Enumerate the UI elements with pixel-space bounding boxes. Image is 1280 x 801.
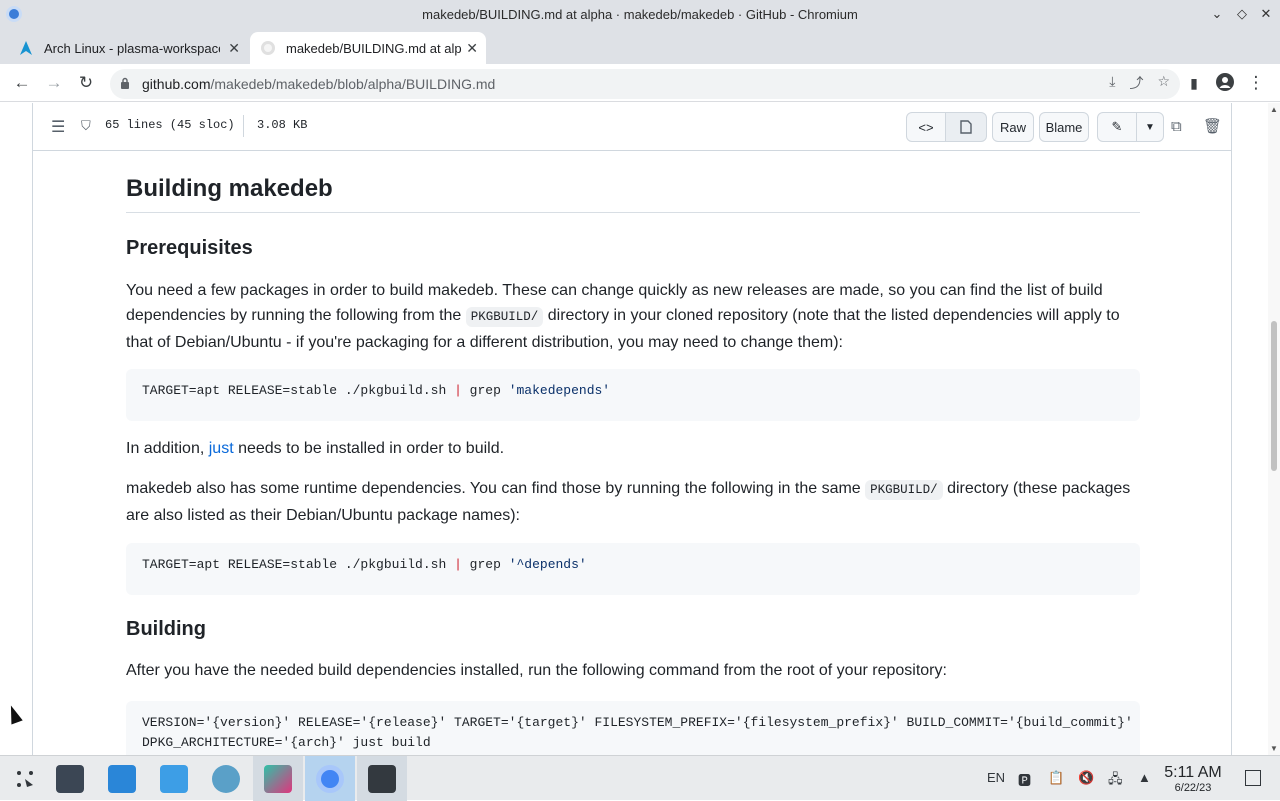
close-window-button[interactable]: ✕: [1258, 6, 1274, 22]
show-desktop-icon[interactable]: [1245, 770, 1261, 786]
scrollbar-thumb[interactable]: [1271, 321, 1277, 471]
tab-close-icon[interactable]: ✕: [466, 40, 478, 57]
file-icon: [960, 120, 972, 134]
window-titlebar: makedeb/BUILDING.md at alpha · makedeb/m…: [0, 0, 1280, 28]
tab-close-icon[interactable]: ✕: [228, 40, 240, 57]
code-icon: <>: [918, 119, 934, 135]
edit-dropdown-button[interactable]: ▼: [1136, 112, 1164, 142]
heading-building: Building: [126, 618, 206, 640]
address-bar[interactable]: github.com /makedeb/makedeb/blob/alpha/B…: [110, 69, 1180, 99]
web-browser-icon[interactable]: [201, 756, 251, 801]
page-viewport: ☰ ⛉ 65 lines (45 sloc) 3.08 KB <> Raw Bl…: [0, 103, 1268, 755]
arch-linux-icon: [18, 40, 34, 56]
paragraph-prerequisites: You need a few packages in order to buil…: [126, 282, 1120, 351]
profile-avatar-icon[interactable]: [1214, 72, 1236, 94]
tab-arch-linux[interactable]: Arch Linux - plasma-workspace ✕: [8, 32, 248, 64]
clock-time: 5:11 AM: [1164, 764, 1222, 781]
file-size: 3.08 KB: [257, 118, 308, 132]
discover-store-icon[interactable]: [97, 756, 147, 801]
share-icon[interactable]: ⤴: [1129, 73, 1143, 93]
inline-code: PKGBUILD/: [465, 307, 544, 327]
scroll-up-arrow-icon[interactable]: ▲: [1270, 105, 1278, 114]
trash-icon[interactable]: 🗑: [1203, 117, 1222, 135]
clipboard-p-icon[interactable]: 🅿: [1018, 770, 1031, 789]
code-block-build: VERSION='{version}' RELEASE='{release}' …: [126, 701, 1140, 755]
paragraph-build-command: After you have the needed build dependen…: [126, 662, 947, 679]
just-link[interactable]: just: [209, 440, 234, 457]
maximize-button[interactable]: ◇: [1234, 6, 1250, 22]
kate-editor-icon[interactable]: [253, 756, 303, 801]
back-button[interactable]: ←: [11, 72, 33, 94]
edit-button[interactable]: ✎: [1097, 112, 1137, 142]
minimize-button[interactable]: ⌄: [1209, 6, 1225, 22]
scroll-down-arrow-icon[interactable]: ▼: [1270, 744, 1278, 753]
side-panel-icon[interactable]: ▮: [1183, 72, 1205, 94]
omnibox-actions: ⤓ ⤴ ☆: [1109, 73, 1170, 93]
volume-muted-icon[interactable]: 🔇: [1078, 770, 1094, 786]
file-lines-info: 65 lines (45 sloc): [105, 118, 235, 132]
outline-list-icon[interactable]: ☰: [51, 117, 65, 137]
forward-button[interactable]: →: [43, 72, 65, 94]
heading-building-makedeb: Building makedeb: [126, 175, 1140, 213]
browser-toolbar: ← → ↻ github.com /makedeb/makedeb/blob/a…: [0, 64, 1280, 102]
network-icon[interactable]: 🖧: [1108, 770, 1123, 792]
bookmark-star-icon[interactable]: ☆: [1157, 73, 1170, 93]
pencil-icon: ✎: [1111, 119, 1123, 134]
url-host: github.com: [142, 76, 211, 92]
code-block-depends: TARGET=apt RELEASE=stable ./pkgbuild.sh …: [126, 543, 1140, 595]
file-manager-icon[interactable]: [149, 756, 199, 801]
chromium-icon[interactable]: [305, 756, 355, 801]
heading-prerequisites: Prerequisites: [126, 237, 253, 259]
github-icon: [260, 40, 276, 56]
copy-icon[interactable]: ⧉: [1171, 118, 1182, 135]
tab-makedeb[interactable]: makedeb/BUILDING.md at alpha ✕: [250, 32, 486, 64]
file-header: ☰ ⛉ 65 lines (45 sloc) 3.08 KB <> Raw Bl…: [33, 103, 1231, 151]
page-scrollbar[interactable]: ▲ ▼: [1268, 103, 1280, 755]
caret-down-icon: ▼: [1145, 121, 1155, 133]
blame-button[interactable]: Blame: [1039, 112, 1089, 142]
konsole-icon[interactable]: [357, 756, 407, 801]
clipboard-icon[interactable]: 📋: [1048, 770, 1064, 786]
browser-menu-icon[interactable]: ⋮: [1245, 72, 1267, 94]
tab-title: Arch Linux - plasma-workspace: [44, 40, 220, 56]
taskbar: EN 🅿 📋 🔇 🖧 ▲ 5:11 AM 6/22/23: [0, 755, 1280, 801]
reload-button[interactable]: ↻: [75, 72, 97, 94]
tray-expand-icon[interactable]: ▲: [1138, 770, 1151, 785]
clock[interactable]: 5:11 AM 6/22/23: [1160, 764, 1226, 795]
chromium-app-icon: [6, 6, 22, 22]
system-settings-icon[interactable]: [45, 756, 95, 801]
install-app-icon[interactable]: ⤓: [1109, 73, 1115, 93]
clock-date: 6/22/23: [1174, 782, 1212, 794]
shield-icon: ⛉: [81, 118, 91, 133]
inline-code: PKGBUILD/: [865, 480, 943, 500]
preview-view-button[interactable]: [945, 112, 987, 142]
lock-icon[interactable]: [120, 77, 134, 92]
paragraph-runtime-deps: makedeb also has some runtime dependenci…: [126, 480, 1131, 524]
divider: [243, 115, 244, 137]
code-block-makedepends: TARGET=apt RELEASE=stable ./pkgbuild.sh …: [126, 369, 1140, 421]
tab-strip: Arch Linux - plasma-workspace ✕ makedeb/…: [0, 28, 1280, 84]
tab-title: makedeb/BUILDING.md at alpha: [286, 40, 462, 56]
application-launcher-icon[interactable]: [0, 756, 50, 801]
window-title: makedeb/BUILDING.md at alpha · makedeb/m…: [422, 6, 858, 22]
paragraph-just: In addition, just needs to be installed …: [126, 440, 505, 457]
code-view-button[interactable]: <>: [906, 112, 946, 142]
raw-button[interactable]: Raw: [992, 112, 1034, 142]
url-path: /makedeb/makedeb/blob/alpha/BUILDING.md: [210, 76, 496, 92]
keyboard-layout-indicator[interactable]: EN: [987, 770, 1005, 785]
